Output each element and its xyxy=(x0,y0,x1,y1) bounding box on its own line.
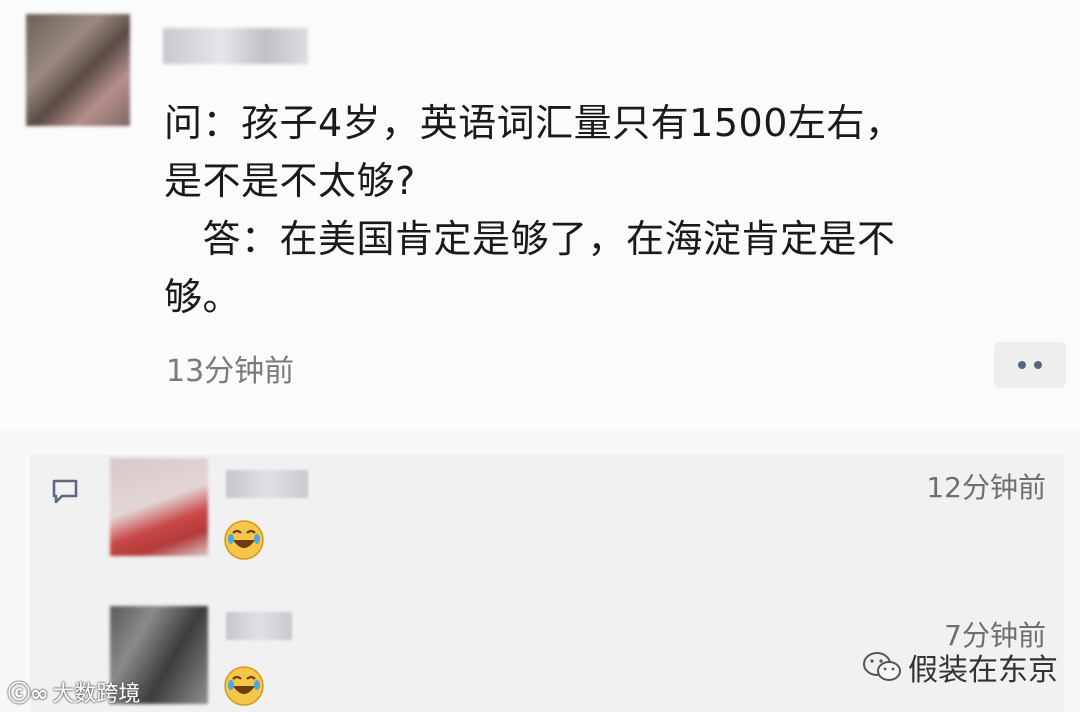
watermark-text: 大数跨境 xyxy=(52,682,141,707)
comment-bubble-icon xyxy=(52,479,78,504)
post-content: 问：孩子4岁，英语词汇量只有1500左右， 是不是不太够? 答：在美国肯定是够了… xyxy=(164,94,1059,326)
avatar[interactable] xyxy=(110,458,208,556)
comment-username[interactable] xyxy=(226,470,308,498)
more-options-button[interactable] xyxy=(994,342,1066,388)
laughing-crying-emoji-icon xyxy=(224,520,264,560)
post-line: 是不是不太够? xyxy=(164,159,416,203)
watermark-left: ⓒ∞ 大数跨境 xyxy=(8,676,140,708)
more-dots-icon xyxy=(1018,361,1026,369)
moment-post: 问：孩子4岁，英语词汇量只有1500左右， 是不是不太够? 答：在美国肯定是够了… xyxy=(0,0,1080,430)
brand-logo-icon: ⓒ∞ xyxy=(8,682,49,707)
watermark-text: 假装在东京 xyxy=(908,653,1058,688)
laughing-crying-emoji-icon xyxy=(224,666,264,706)
post-line: 够。 xyxy=(164,275,242,319)
more-dots-icon xyxy=(1034,361,1042,369)
comment-timestamp: 12分钟前 xyxy=(926,471,1046,504)
avatar[interactable] xyxy=(26,14,130,126)
wechat-icon xyxy=(863,652,901,681)
comment-username[interactable] xyxy=(226,612,292,640)
post-timestamp: 13分钟前 xyxy=(166,354,295,389)
post-line: 问：孩子4岁，英语词汇量只有1500左右， xyxy=(164,101,904,145)
watermark-right: 假装在东京 xyxy=(862,645,1058,689)
post-line: 答：在美国肯定是够了，在海淀肯定是不 xyxy=(164,217,896,261)
username[interactable] xyxy=(163,28,308,64)
